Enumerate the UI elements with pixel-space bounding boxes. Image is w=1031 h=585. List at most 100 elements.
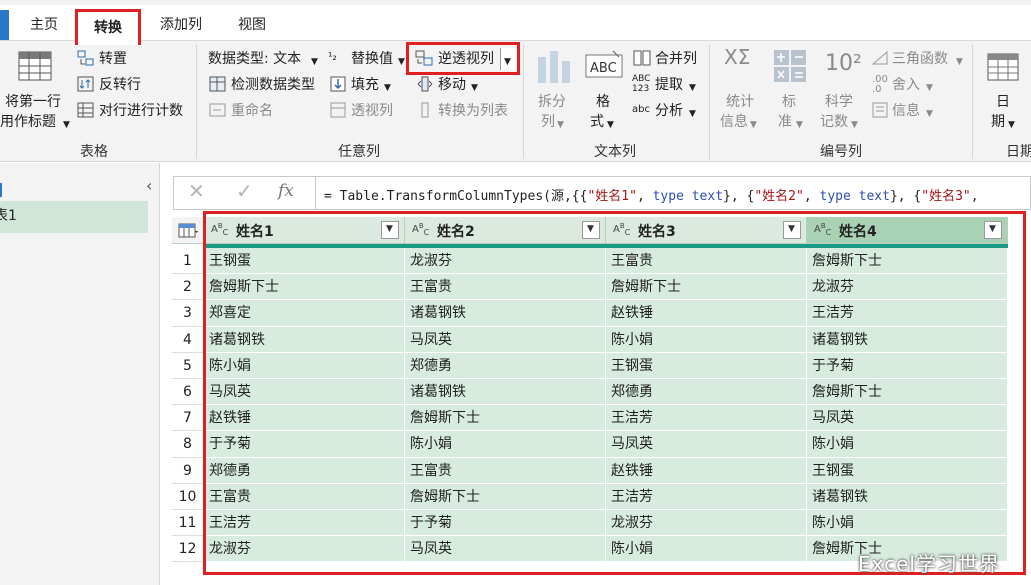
table-cell[interactable]: 王富贵 (606, 248, 807, 275)
column-header-1[interactable]: ABC 姓名1 ▼ (204, 217, 405, 244)
table-cell[interactable]: 詹姆斯下士 (807, 248, 1008, 275)
text-type-icon[interactable]: ABC (613, 222, 630, 237)
formula-buttons: ✕ ✓ fx (174, 177, 316, 209)
use-first-row-label-2: 用作标题 (0, 114, 56, 130)
column-header-2[interactable]: ABC 姓名2 ▼ (405, 217, 606, 244)
formula-text[interactable]: = Table.TransformColumnTypes(源,{{"姓名1", … (324, 185, 979, 204)
text-type-icon[interactable]: ABC (814, 222, 831, 237)
collapse-chevron-icon[interactable]: ‹ (146, 177, 152, 195)
table-cell[interactable]: 诸葛钢铁 (807, 326, 1008, 353)
table-cell[interactable]: 马凤英 (204, 379, 405, 406)
standard-label-1: 标 (782, 94, 796, 110)
row-number[interactable]: 4 (172, 326, 204, 353)
table-cell[interactable]: 王钢蛋 (204, 248, 405, 275)
row-number[interactable]: 6 (172, 379, 204, 406)
row-number[interactable]: 5 (172, 352, 204, 379)
table-cell[interactable]: 王富贵 (405, 274, 606, 301)
row-number[interactable]: 12 (172, 536, 204, 563)
table-cell[interactable]: 詹姆斯下士 (807, 379, 1008, 406)
table-cell[interactable]: 龙淑芬 (204, 536, 405, 563)
split-label-1: 拆分 (538, 94, 566, 110)
table-cell[interactable]: 马凤英 (807, 405, 1008, 432)
table-cell[interactable]: 王洁芳 (606, 483, 807, 510)
column-header-3[interactable]: ABC 姓名3 ▼ (606, 217, 807, 244)
pivot-icon (330, 102, 346, 118)
table-cell[interactable]: 诸葛钢铁 (405, 300, 606, 327)
table-cell[interactable]: 马凤英 (405, 326, 606, 353)
table-cell[interactable]: 诸葛钢铁 (405, 379, 606, 406)
row-number[interactable]: 8 (172, 431, 204, 458)
row-number[interactable]: 11 (172, 510, 204, 537)
table-cell[interactable]: 王钢蛋 (807, 457, 1008, 484)
text-type-icon[interactable]: ABC (412, 222, 429, 237)
table-cell[interactable]: 马凤英 (405, 536, 606, 563)
filter-dropdown-button[interactable]: ▼ (984, 221, 1002, 239)
table-cell[interactable]: 郑喜定 (204, 300, 405, 327)
table-icon (178, 223, 198, 238)
table-cell[interactable]: 龙淑芬 (807, 274, 1008, 301)
row-number[interactable]: 2 (172, 274, 204, 301)
table-cell[interactable]: 郑德勇 (606, 379, 807, 406)
row-number[interactable]: 9 (172, 457, 204, 484)
table-cell[interactable]: 于予菊 (807, 352, 1008, 379)
fx-icon[interactable]: fx (278, 182, 294, 200)
confirm-formula-icon[interactable]: ✓ (236, 181, 253, 201)
ribbon: 将第一行 用作标题 ▼ 转置 反转行 对行进行计数 表格 数据类型: 文本 ▼ … (0, 40, 1031, 162)
filter-dropdown-button[interactable]: ▼ (783, 221, 801, 239)
table-cell[interactable]: 赵铁锤 (606, 457, 807, 484)
table-cell[interactable]: 于予菊 (204, 431, 405, 458)
table-cell[interactable]: 王洁芳 (204, 510, 405, 537)
tab-transform[interactable]: 转换 (75, 9, 141, 45)
query-item-selected[interactable]: 表1 (0, 201, 148, 233)
table-cell[interactable]: 王洁芳 (807, 300, 1008, 327)
table-cell[interactable]: 赵铁锤 (204, 405, 405, 432)
row-number[interactable]: 1 (172, 248, 204, 275)
row-number[interactable]: 7 (172, 405, 204, 432)
chevron-down-icon: ▼ (386, 224, 393, 234)
extract-icon: ABC 123 (632, 74, 651, 94)
row-number[interactable]: 10 (172, 483, 204, 510)
cancel-formula-icon[interactable]: ✕ (188, 181, 205, 201)
fill-down-icon (330, 76, 346, 92)
table-cell[interactable]: 王富贵 (204, 483, 405, 510)
table-cell[interactable]: 詹姆斯下士 (405, 405, 606, 432)
row-number[interactable]: 3 (172, 300, 204, 327)
tab-view[interactable]: 视图 (228, 10, 276, 40)
chevron-down-icon: ▼ (788, 224, 795, 234)
count-rows-label: 对行进行计数 (99, 103, 183, 119)
tab-add-column[interactable]: 添加列 (150, 10, 212, 40)
filter-dropdown-button[interactable]: ▼ (582, 221, 600, 239)
table-cell[interactable]: 诸葛钢铁 (807, 483, 1008, 510)
table-cell[interactable]: 陈小娟 (405, 431, 606, 458)
table-cell[interactable]: 陈小娟 (807, 510, 1008, 537)
table-cell[interactable]: 诸葛钢铁 (204, 326, 405, 353)
tab-home[interactable]: 主页 (22, 10, 66, 40)
column-header-4[interactable]: ABC 姓名4 ▼ (807, 217, 1008, 244)
table-cell[interactable]: 于予菊 (405, 510, 606, 537)
filter-dropdown-button[interactable]: ▼ (381, 221, 399, 239)
table-cell[interactable]: 陈小娟 (606, 326, 807, 353)
table-cell[interactable]: 王钢蛋 (606, 352, 807, 379)
move-icon (417, 76, 433, 92)
table-cell[interactable]: 陈小娟 (606, 536, 807, 563)
table-cell[interactable]: 龙淑芬 (606, 510, 807, 537)
table-cell[interactable]: 郑德勇 (405, 352, 606, 379)
move-label: 移动 (438, 77, 466, 93)
table-cell[interactable]: 王富贵 (405, 457, 606, 484)
file-tab[interactable] (0, 10, 9, 40)
text-type-icon[interactable]: ABC (211, 222, 228, 237)
table-cell[interactable]: 陈小娟 (807, 431, 1008, 458)
table-menu-corner[interactable] (172, 217, 204, 244)
table-cell[interactable]: 赵铁锤 (606, 300, 807, 327)
table-cell[interactable]: 马凤英 (606, 431, 807, 458)
table-cell[interactable]: 郑德勇 (204, 457, 405, 484)
table-cell[interactable]: 詹姆斯下士 (405, 483, 606, 510)
table-cell[interactable]: 詹姆斯下士 (606, 274, 807, 301)
group-title-any-column: 任意列 (338, 144, 380, 160)
table-cell[interactable]: 陈小娟 (204, 352, 405, 379)
to-list-label: 转换为列表 (438, 103, 508, 119)
table-cell[interactable]: 詹姆斯下士 (204, 274, 405, 301)
sigma-icon: XΣ (724, 45, 751, 69)
table-cell[interactable]: 龙淑芬 (405, 248, 606, 275)
table-cell[interactable]: 王洁芳 (606, 405, 807, 432)
